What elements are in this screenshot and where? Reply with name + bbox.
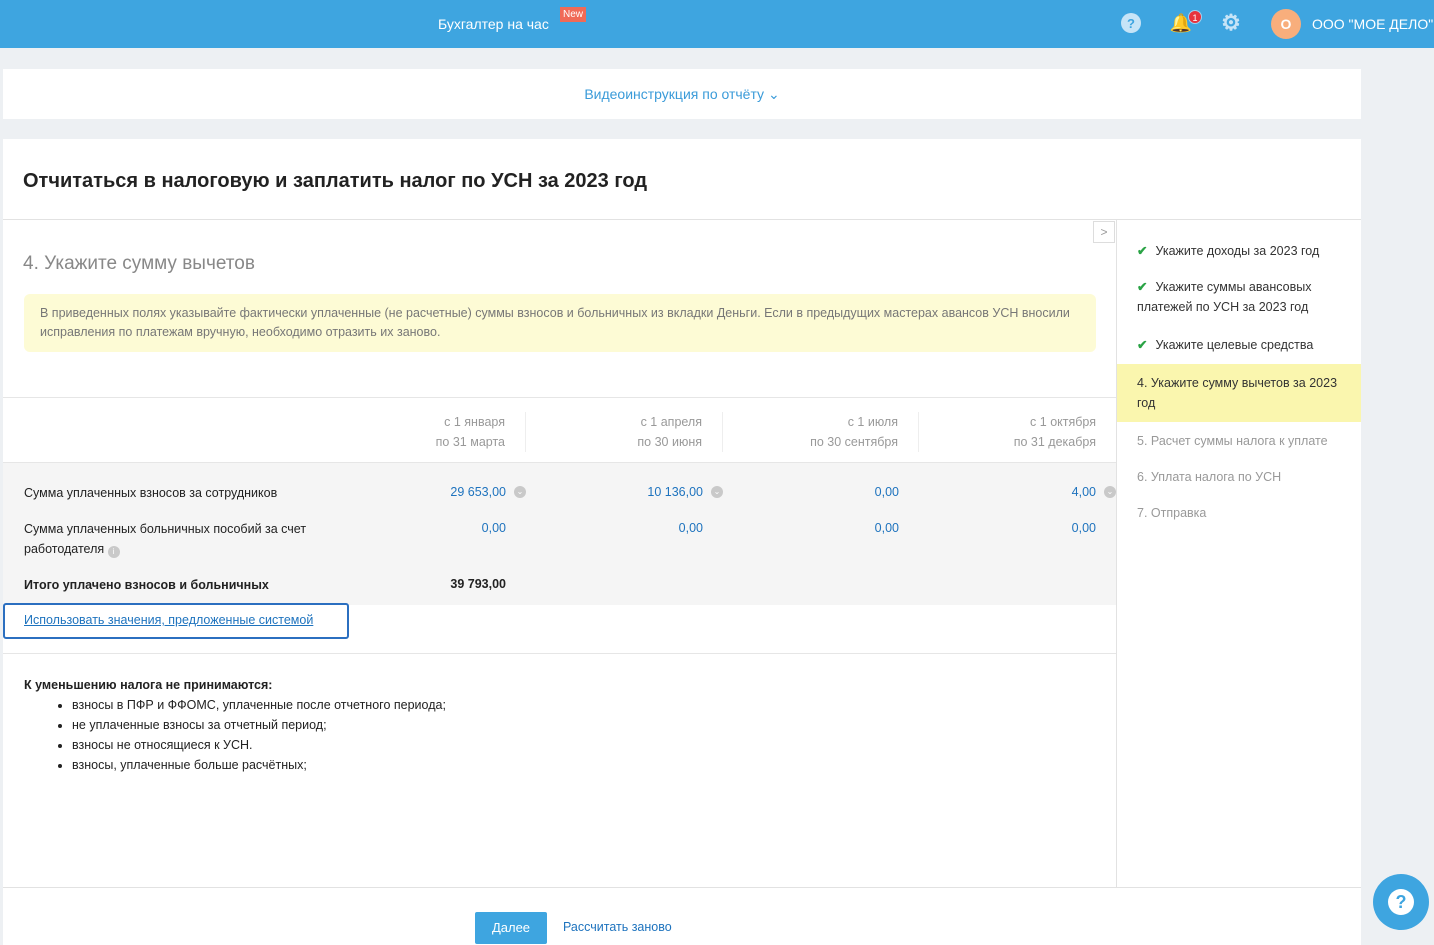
chevron-down-icon[interactable]: ⌄ bbox=[1104, 486, 1116, 498]
value-cell[interactable]: 0,00 bbox=[799, 521, 899, 535]
recalculate-link[interactable]: Рассчитать заново bbox=[563, 920, 672, 934]
total-value: 39 793,00 bbox=[450, 577, 506, 591]
new-badge: New bbox=[560, 7, 587, 22]
total-label: Итого уплачено взносов и больничных bbox=[24, 578, 269, 592]
video-instruction-link[interactable]: Видеоинструкция по отчёту bbox=[584, 86, 764, 102]
check-icon: ✔ bbox=[1137, 280, 1148, 294]
check-icon: ✔ bbox=[1137, 338, 1148, 352]
value-cell[interactable]: 0,00 bbox=[406, 521, 506, 535]
chevron-down-icon[interactable]: ⌄ bbox=[514, 486, 526, 498]
next-button[interactable]: Далее bbox=[475, 912, 547, 944]
step-7: 7. Отправка bbox=[1137, 506, 1207, 520]
value-cell[interactable]: 10 136,00 bbox=[603, 485, 703, 499]
step-6: 6. Уплата налога по УСН bbox=[1137, 470, 1282, 484]
column-q2: с 1 апреля по 30 июня bbox=[637, 415, 702, 449]
step-5: 5. Расчет суммы налога к уплате bbox=[1137, 434, 1328, 448]
step-1[interactable]: ✔ Укажите доходы за 2023 год bbox=[1117, 232, 1361, 270]
divider bbox=[3, 653, 1116, 654]
value-cell[interactable]: 0,00 bbox=[603, 521, 703, 535]
row-label: Сумма уплаченных больничных пособий за с… bbox=[24, 522, 307, 558]
step-4[interactable]: 4. Укажите сумму вычетов за 2023 год bbox=[1117, 364, 1361, 422]
list-item: не уплаченные взносы за отчетный период; bbox=[72, 715, 446, 735]
column-q3: с 1 июля по 30 сентября bbox=[810, 415, 898, 449]
list-item: взносы в ПФР и ФФОМС, уплаченные после о… bbox=[72, 695, 446, 715]
chevron-down-icon[interactable]: ⌄ bbox=[711, 486, 723, 498]
column-q4: с 1 октября по 31 декабря bbox=[1013, 415, 1096, 449]
help-icon: ? bbox=[1388, 889, 1414, 915]
value-cell[interactable]: 29 653,00 bbox=[406, 485, 506, 499]
list-item: взносы не относящиеся к УСН. bbox=[72, 735, 446, 755]
chevron-right-icon[interactable]: > bbox=[1093, 221, 1115, 243]
column-q1: с 1 января по 31 марта bbox=[435, 415, 505, 449]
step-2[interactable]: ✔ Укажите суммы авансовых платежей по УСН… bbox=[1117, 270, 1361, 326]
row-label: Сумма уплаченных взносов за сотрудников bbox=[24, 486, 278, 500]
help-chat-button[interactable]: ? bbox=[1373, 874, 1429, 930]
exclusions: К уменьшению налога не принимаются: взно… bbox=[24, 675, 446, 775]
value-cell[interactable]: 0,00 bbox=[996, 521, 1096, 535]
value-cell[interactable]: 0,00 bbox=[799, 485, 899, 499]
chevron-down-icon: ⌄ bbox=[767, 86, 780, 102]
video-instruction[interactable]: Видеоинструкция по отчёту ⌄ bbox=[3, 69, 1361, 119]
check-icon: ✔ bbox=[1137, 244, 1148, 258]
top-bar: Бухгалтер на час New ? 🔔 1 ⚙ О ООО "МОЕ … bbox=[0, 0, 1434, 48]
table-header: с 1 января по 31 марта с 1 апреля по 30 ию… bbox=[3, 397, 1116, 463]
page-title: Отчитаться в налоговую и заплатить налог… bbox=[23, 170, 648, 192]
list-item: взносы, уплаченные больше расчётных; bbox=[72, 755, 446, 775]
use-system-values-link[interactable]: Использовать значения, предложенные сист… bbox=[3, 603, 349, 639]
step-3[interactable]: ✔ Укажите целевые средства bbox=[1117, 326, 1361, 364]
step-title: 4. Укажите сумму вычетов bbox=[23, 253, 255, 274]
info-note: В приведенных полях указывайте фактическ… bbox=[24, 294, 1096, 352]
org-name[interactable]: ООО "МОЕ ДЕЛО" bbox=[1312, 16, 1433, 32]
steps-sidebar: ✔ Укажите доходы за 2023 год ✔ Укажите сум… bbox=[1116, 220, 1361, 887]
notification-count: 1 bbox=[1188, 10, 1202, 24]
wizard-card: Отчитаться в налоговую и заплатить налог… bbox=[3, 139, 1361, 945]
info-icon[interactable]: i bbox=[107, 546, 120, 558]
help-icon[interactable]: ? bbox=[1121, 13, 1141, 33]
gear-icon[interactable]: ⚙ bbox=[1221, 10, 1241, 35]
value-cell[interactable]: 4,00 bbox=[996, 485, 1096, 499]
accountant-link[interactable]: Бухгалтер на час bbox=[438, 16, 549, 32]
avatar[interactable]: О bbox=[1271, 9, 1301, 39]
table-body: Сумма уплаченных взносов за сотрудников … bbox=[3, 463, 1116, 605]
divider bbox=[3, 887, 1361, 888]
